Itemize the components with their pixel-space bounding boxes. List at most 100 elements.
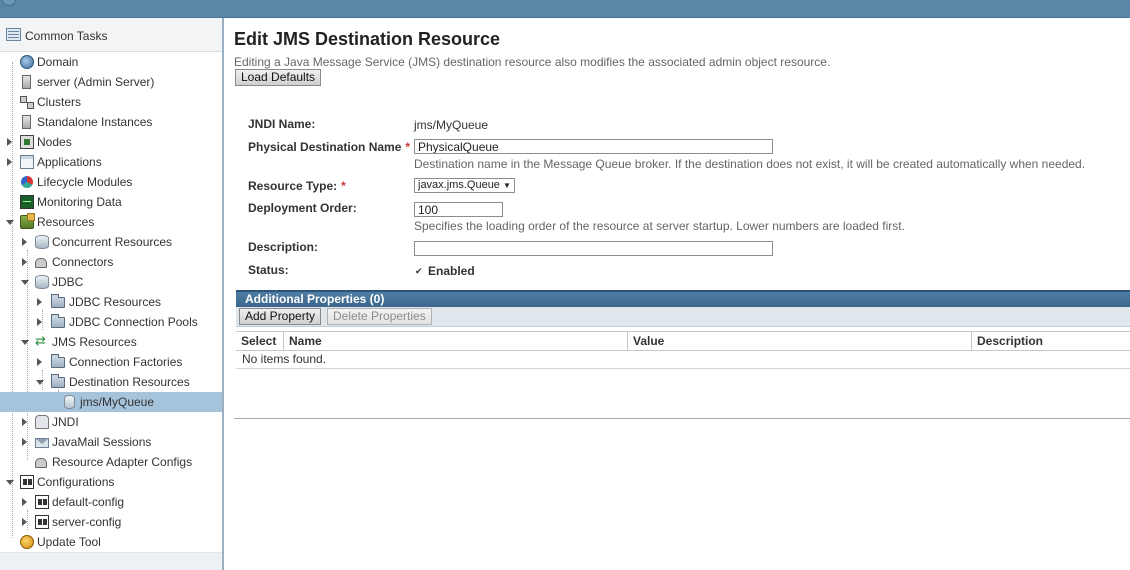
sidebar-item-jdbc-resources[interactable]: JDBC Resources [0,292,222,312]
physical-destination-label-text: Physical Destination Name [248,140,402,154]
tree-label: Domain [37,55,79,69]
description-input[interactable] [414,241,773,256]
cluster-icon [20,95,34,109]
sidebar-item-javamail-sessions[interactable]: JavaMail Sessions [0,432,222,452]
tree-label: JDBC [52,275,84,289]
tree-label: JNDI [52,415,79,429]
enabled-label: Enabled [428,264,475,278]
sidebar-item-jdbc-connection-pools[interactable]: JDBC Connection Pools [0,312,222,332]
tree-label: default-config [52,495,125,509]
tree-label: Clusters [37,95,82,109]
monitor-icon [20,195,34,209]
connector-icon [35,458,47,468]
sidebar-item-server-config[interactable]: server-config [0,512,222,532]
expand-arrow-icon[interactable] [22,438,27,446]
tree-label: Connection Factories [69,355,183,369]
tree-label: Resource Adapter Configs [52,455,193,469]
expand-arrow-icon[interactable] [37,358,42,366]
collapse-arrow-icon[interactable] [6,480,14,485]
nodes-icon [20,135,34,149]
expand-arrow-icon[interactable] [22,258,27,266]
load-defaults-button[interactable]: Load Defaults [235,69,322,86]
tree-label: Update Tool [37,535,101,549]
expand-arrow-icon[interactable] [22,518,27,526]
sidebar-item-clusters[interactable]: Clusters [0,92,222,112]
page-description: Editing a Java Message Service (JMS) des… [234,55,831,69]
sidebar-item-jdbc[interactable]: JDBC [0,272,222,292]
section-divider [234,418,1130,419]
connector-icon [35,258,47,268]
column-select[interactable]: Select [236,332,283,351]
sidebar-item-connection-factories[interactable]: Connection Factories [0,352,222,372]
sidebar-item-jms-myqueue[interactable]: jms/MyQueue [0,392,222,412]
sidebar-item-connectors[interactable]: Connectors [0,252,222,272]
empty-table-message: No items found. [242,352,327,366]
collapse-arrow-icon[interactable] [21,340,29,345]
sidebar-item-update-tool[interactable]: Update Tool [0,532,222,552]
list-icon [6,28,21,41]
required-indicator: * [405,140,411,154]
sidebar-item-resource-adapter-configs[interactable]: Resource Adapter Configs [0,452,222,472]
sidebar-item-default-config[interactable]: default-config [0,492,222,512]
logo-icon [2,0,16,6]
database-icon [35,275,49,289]
expand-arrow-icon[interactable] [22,238,27,246]
sidebar-item-domain[interactable]: Domain [0,52,222,72]
sidebar-item-standalone-instances[interactable]: Standalone Instances [0,112,222,132]
sidebar-item-jndi[interactable]: JNDI [0,412,222,432]
tree-label: JavaMail Sessions [52,435,152,449]
tree-label: Nodes [37,135,72,149]
description-label: Description: [248,240,319,254]
delete-properties-button[interactable]: Delete Properties [327,308,432,325]
sidebar-item-lifecycle-modules[interactable]: Lifecycle Modules [0,172,222,192]
deployment-order-help: Specifies the loading order of the resou… [414,219,905,233]
expand-arrow-icon[interactable] [22,498,27,506]
common-tasks-link[interactable]: Common Tasks [0,18,222,52]
expand-arrow-icon[interactable] [37,298,42,306]
collapse-arrow-icon[interactable] [36,380,44,385]
tree-label: Configurations [37,475,115,489]
expand-arrow-icon[interactable] [7,138,12,146]
column-description[interactable]: Description [971,332,1130,351]
masthead-bar [0,0,1130,18]
physical-destination-input[interactable] [414,139,773,154]
queue-icon [64,395,75,409]
resource-type-selected-value: javax.jms.Queue [418,179,500,191]
enabled-checkbox[interactable]: ✔ [415,267,424,276]
jndi-name-label: JNDI Name: [248,117,316,131]
sidebar-item-jms-resources[interactable]: JMS Resources [0,332,222,352]
expand-arrow-icon[interactable] [22,418,27,426]
add-property-button[interactable]: Add Property [239,308,322,325]
sidebar-item-admin-server[interactable]: server (Admin Server) [0,72,222,92]
table-header: Select Name Value Description [236,331,1130,351]
collapse-arrow-icon[interactable] [6,220,14,225]
sidebar-item-nodes[interactable]: Nodes [0,132,222,152]
jndi-name-value: jms/MyQueue [414,118,489,132]
sidebar-item-applications[interactable]: Applications [0,152,222,172]
sidebar-item-resources[interactable]: Resources [0,212,222,232]
config-icon [20,475,34,489]
collapse-arrow-icon[interactable] [21,280,29,285]
globe-icon [20,55,34,69]
column-name[interactable]: Name [283,332,627,351]
sidebar-item-concurrent-resources[interactable]: Concurrent Resources [0,232,222,252]
expand-arrow-icon[interactable] [37,318,42,326]
dropdown-caret-icon: ▼ [502,181,511,190]
expand-arrow-icon[interactable] [7,158,12,166]
common-tasks-label: Common Tasks [25,29,108,43]
content-panel: Edit JMS Destination Resource Editing a … [226,18,1130,570]
applications-icon [20,155,34,169]
sidebar-item-destination-resources[interactable]: Destination Resources [0,372,222,392]
table-toolbar: Add Property Delete Properties [236,307,1130,327]
sidebar-item-monitoring-data[interactable]: Monitoring Data [0,192,222,212]
sidebar-item-configurations[interactable]: Configurations [0,472,222,492]
tree-label: JDBC Resources [69,295,162,309]
deployment-order-input[interactable] [414,202,503,217]
tree-label: server (Admin Server) [37,75,155,89]
column-value[interactable]: Value [627,332,971,351]
resource-type-select[interactable]: javax.jms.Queue ▼ [414,178,515,193]
deployment-order-label: Deployment Order: [248,201,357,215]
config-icon [35,495,49,509]
tree-label: Connectors [52,255,114,269]
page-title: Edit JMS Destination Resource [234,29,501,49]
